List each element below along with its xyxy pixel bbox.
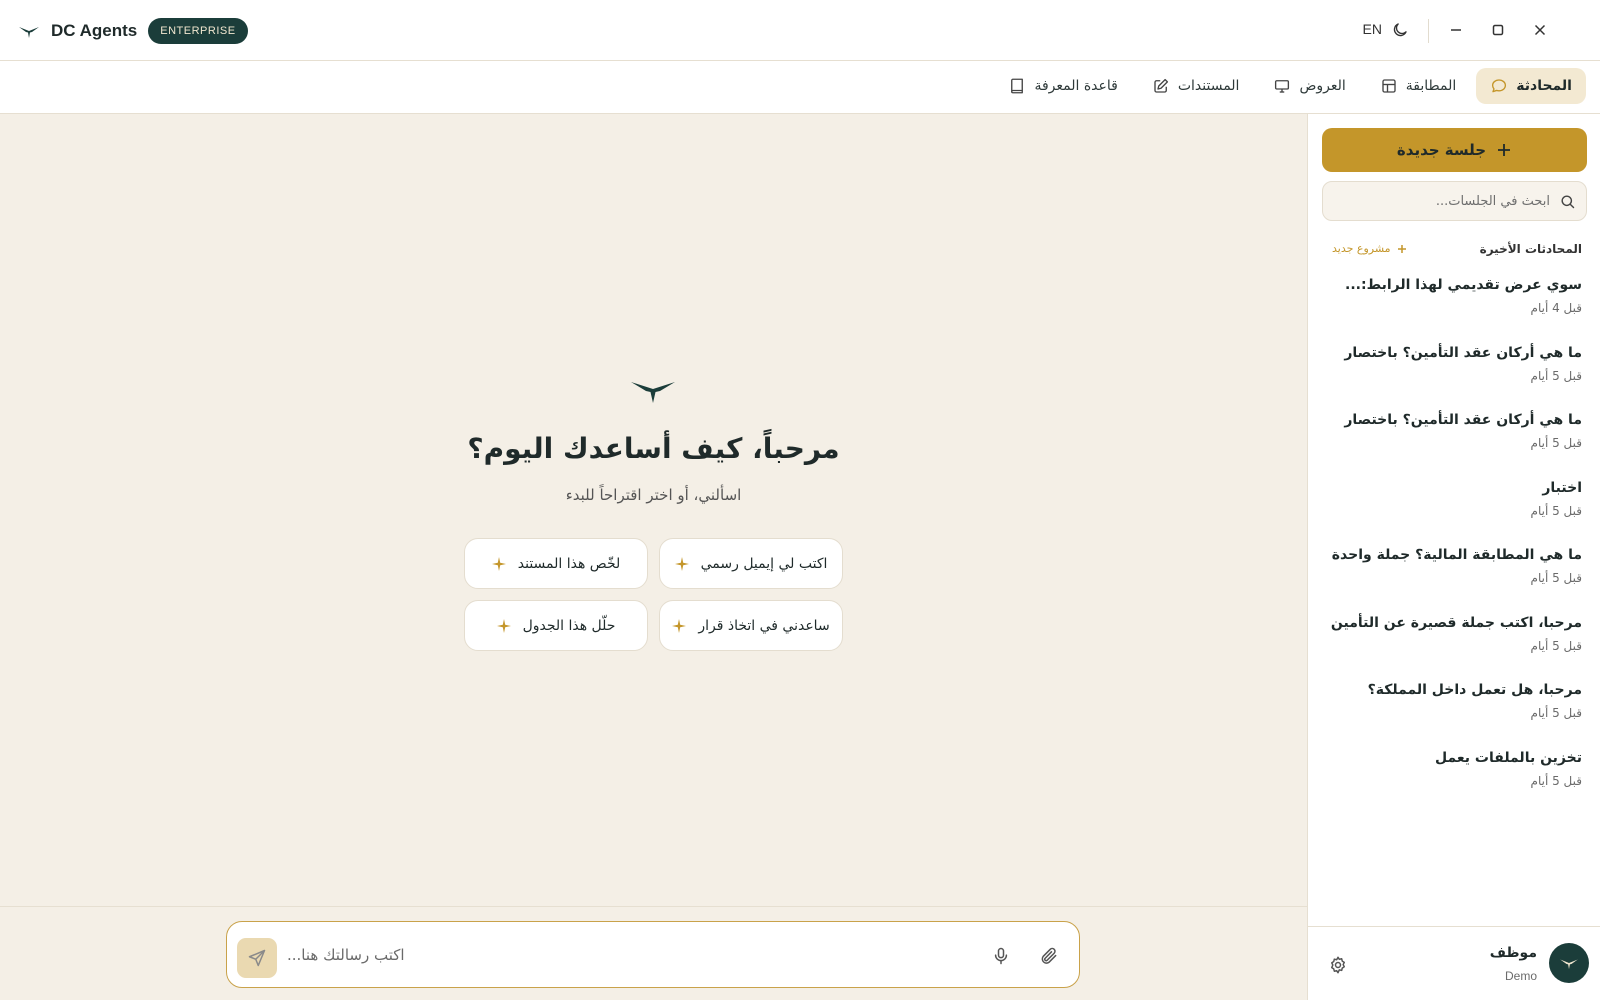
- tab-knowledge-base[interactable]: قاعدة المعرفة: [994, 68, 1131, 104]
- microphone-icon: [994, 947, 1008, 965]
- tab-presentations[interactable]: العروض: [1259, 68, 1359, 104]
- brand: DC Agents ENTERPRISE: [18, 17, 248, 45]
- app-name: DC Agents: [51, 21, 138, 40]
- maximize-button[interactable]: [1488, 20, 1508, 40]
- send-icon: [248, 949, 266, 967]
- title-bar: DC Agents ENTERPRISE EN: [0, 0, 1600, 61]
- tab-label: قاعدة المعرفة: [1034, 78, 1118, 94]
- plus-icon: [1498, 144, 1511, 156]
- paperclip-icon: [1041, 947, 1057, 964]
- close-icon: [1534, 24, 1546, 36]
- user-bar: موظف Demo: [1308, 926, 1600, 1000]
- moon-icon: [1393, 23, 1407, 37]
- session-time: قبل 5 أيام: [1530, 368, 1582, 383]
- suggestion-chip[interactable]: اكتب لي إيميل رسمي: [659, 538, 843, 589]
- chat-icon: [1492, 79, 1507, 93]
- minimize-icon: [1451, 29, 1461, 31]
- session-item[interactable]: اختبار قبل 5 أيام: [1307, 477, 1600, 545]
- nav-bar: المحادثة المطابقة العروض المستندات قاعدة…: [0, 61, 1600, 114]
- tab-label: العروض: [1299, 78, 1346, 94]
- layout-icon: [1382, 79, 1396, 93]
- session-search: [1322, 181, 1587, 221]
- chat-main: مرحباً، كيف أساعدك اليوم؟ اسألني، أو اخت…: [0, 114, 1307, 906]
- sparkle-icon: [491, 556, 506, 571]
- session-time: قبل 5 أيام: [1530, 436, 1582, 450]
- close-button[interactable]: [1530, 20, 1550, 40]
- session-title: ما هي أركان عقد التأمين؟ باختصار: [1344, 412, 1582, 428]
- microphone-button[interactable]: [991, 946, 1011, 966]
- welcome-headline: مرحباً، كيف أساعدك اليوم؟: [467, 432, 840, 465]
- session-title: مرحبا، اكتب جملة قصيرة عن التأمين: [1330, 614, 1582, 631]
- session-time: قبل 5 أيام: [1530, 571, 1582, 585]
- suggestion-chip[interactable]: لخّص هذا المستند: [464, 538, 648, 589]
- suggestion-label: اكتب لي إيميل رسمي: [700, 555, 828, 572]
- session-time: قبل 4 أيام: [1530, 301, 1582, 315]
- edit-icon: [1154, 78, 1168, 93]
- session-title: سوي عرض تقديمي لهذا الرابط:...: [1345, 277, 1582, 293]
- session-item[interactable]: مرحبا، هل تعمل داخل المملكة؟ قبل 5 أيام: [1307, 679, 1600, 747]
- suggestion-label: لخّص هذا المستند: [517, 555, 621, 572]
- session-time: قبل 5 أيام: [1530, 638, 1582, 653]
- session-time: قبل 5 أيام: [1530, 773, 1582, 788]
- session-title: ما هي أركان عقد التأمين؟ باختصار: [1344, 344, 1582, 361]
- attach-button[interactable]: [1039, 946, 1059, 966]
- session-title: تخزين بالملفات يعمل: [1435, 749, 1582, 766]
- message-composer: [226, 921, 1080, 988]
- composer-area: [0, 906, 1307, 1000]
- session-item[interactable]: ما هي أركان عقد التأمين؟ باختصار قبل 5 أ…: [1307, 342, 1600, 410]
- tab-label: المطابقة: [1405, 78, 1457, 94]
- session-time: قبل 5 أيام: [1530, 503, 1582, 518]
- suggestion-chip[interactable]: ساعدني في اتخاذ قرار: [659, 600, 843, 651]
- falcon-logo-icon: [631, 382, 675, 403]
- suggestion-label: ساعدني في اتخاذ قرار: [698, 617, 830, 634]
- settings-button[interactable]: [1328, 955, 1348, 975]
- new-project-label: مشروع جديد: [1332, 242, 1391, 255]
- tab-matching[interactable]: المطابقة: [1366, 68, 1470, 104]
- session-item[interactable]: مرحبا، اكتب جملة قصيرة عن التأمين قبل 5 …: [1307, 612, 1600, 680]
- session-title: ما هي المطابقة المالية؟ جملة واحدة: [1331, 547, 1582, 563]
- divider: [1428, 19, 1429, 43]
- avatar[interactable]: [1549, 943, 1589, 983]
- recent-chats-heading: المحادثات الأخيرة: [1479, 242, 1582, 256]
- new-project-link[interactable]: مشروع جديد: [1332, 242, 1407, 255]
- falcon-logo-icon: [1560, 959, 1578, 970]
- enterprise-badge: ENTERPRISE: [148, 18, 248, 44]
- plus-icon: [1397, 244, 1406, 253]
- send-button[interactable]: [237, 938, 277, 978]
- suggestion-label: حلّل هذا الجدول: [522, 617, 616, 634]
- message-input[interactable]: [287, 936, 967, 974]
- language-toggle[interactable]: EN: [1363, 21, 1382, 37]
- sparkle-icon: [496, 618, 511, 633]
- session-item[interactable]: سوي عرض تقديمي لهذا الرابط:... قبل 4 أيا…: [1307, 274, 1600, 342]
- session-search-input[interactable]: [1335, 182, 1550, 220]
- tab-chat[interactable]: المحادثة: [1476, 68, 1586, 104]
- user-name: موظف: [1489, 945, 1537, 961]
- maximize-icon: [1492, 24, 1504, 36]
- search-icon: [1561, 195, 1575, 209]
- sparkle-icon: [674, 556, 689, 571]
- tab-label: المحادثة: [1516, 78, 1572, 94]
- sessions-sidebar: جلسة جديدة المحادثات الأخيرة مشروع جديد …: [1307, 114, 1600, 1000]
- session-item[interactable]: تخزين بالملفات يعمل قبل 5 أيام: [1307, 747, 1600, 815]
- sparkle-icon: [672, 618, 687, 633]
- session-list: سوي عرض تقديمي لهذا الرابط:... قبل 4 أيا…: [1307, 274, 1600, 814]
- session-item[interactable]: ما هي المطابقة المالية؟ جملة واحدة قبل 5…: [1307, 544, 1600, 612]
- falcon-logo-icon: [19, 27, 39, 38]
- new-session-label: جلسة جديدة: [1396, 141, 1487, 159]
- tab-documents[interactable]: المستندات: [1138, 68, 1254, 104]
- theme-toggle-button[interactable]: [1390, 20, 1410, 40]
- session-time: قبل 5 أيام: [1530, 706, 1582, 720]
- welcome-subline: اسألني، أو اختر اقتراحاً للبدء: [565, 486, 742, 504]
- gear-icon: [1331, 956, 1345, 974]
- session-item[interactable]: ما هي أركان عقد التأمين؟ باختصار قبل 5 أ…: [1307, 409, 1600, 477]
- session-title: مرحبا، هل تعمل داخل المملكة؟: [1367, 682, 1582, 698]
- monitor-icon: [1275, 80, 1290, 93]
- minimize-button[interactable]: [1446, 20, 1466, 40]
- session-title: اختبار: [1542, 479, 1582, 496]
- user-role: Demo: [1504, 969, 1537, 983]
- book-icon: [1011, 78, 1024, 94]
- suggestion-chip[interactable]: حلّل هذا الجدول: [464, 600, 648, 651]
- new-session-button[interactable]: جلسة جديدة: [1322, 128, 1587, 172]
- tab-label: المستندات: [1177, 78, 1240, 94]
